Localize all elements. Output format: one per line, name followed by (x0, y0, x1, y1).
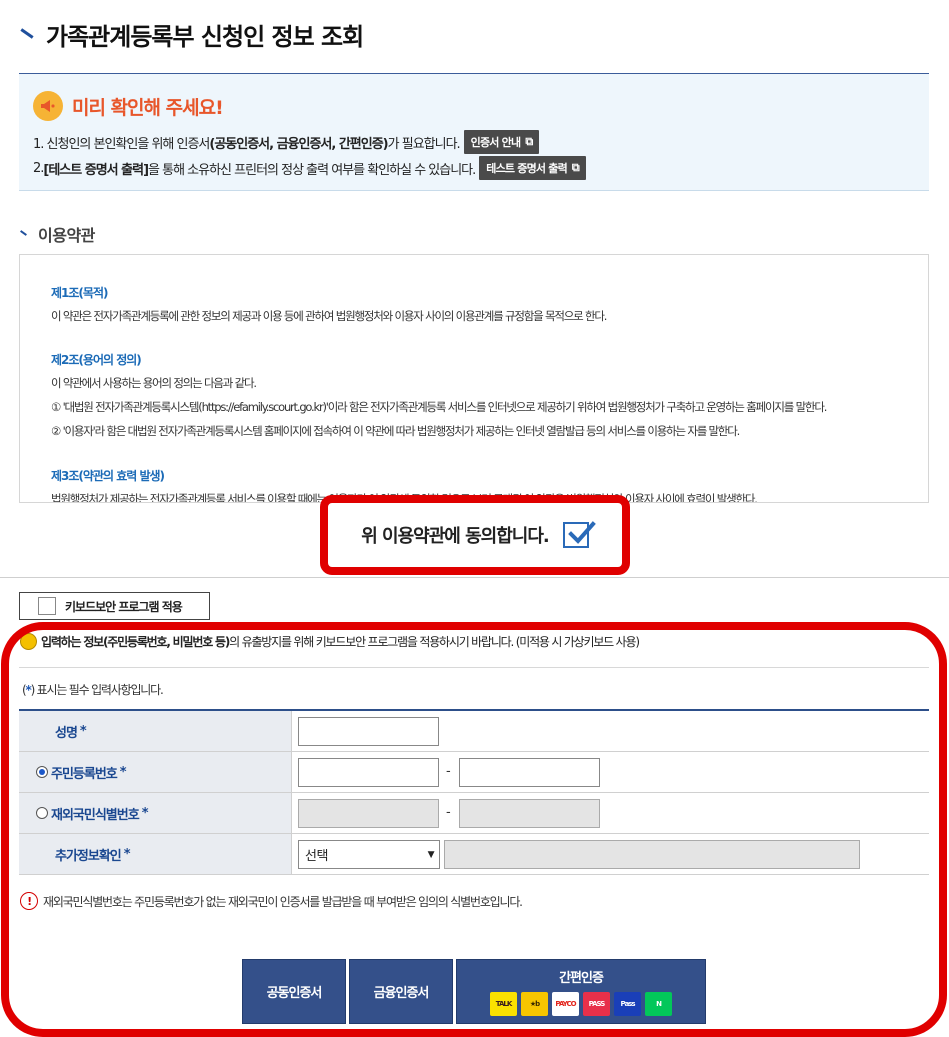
external-link-icon: ⧉ (571, 161, 580, 174)
dropdown-arrow-icon: ▼ (427, 850, 435, 860)
required-star: * (119, 764, 127, 780)
article-3-title: 제3조(약관의 효력 발생) (51, 469, 165, 483)
article-2-text-3: ② '이용자'라 함은 대법원 전자가족관계등록시스템 홈페이지에 접속하여 이… (51, 424, 740, 438)
pass-icon: PASS (583, 992, 610, 1016)
notice-heading-text: 미리 확인해 주세요! (72, 96, 224, 119)
required-star: * (141, 805, 149, 821)
extra-info-input (444, 840, 860, 869)
kb-icon: ★b (521, 992, 548, 1016)
section-divider (0, 577, 949, 578)
external-link-icon: ⧉ (525, 135, 533, 148)
test-print-button[interactable]: 테스트 증명서 출력 ⧉ (479, 156, 586, 180)
foreign-id-label-text: 재외국민식별번호 (51, 807, 140, 823)
notice-line-2-suffix: 을 통해 소유하신 프린터의 정상 출력 여부를 확인하실 수 있습니다. (148, 162, 476, 178)
extra-info-select-value: 선택 (305, 849, 328, 864)
exclamation-icon: ! (20, 892, 38, 910)
financial-cert-label: 금융인증서 (373, 986, 430, 1001)
extra-info-select[interactable]: 선택 ▼ (298, 840, 440, 869)
article-1-text: 이 약관은 전자가족관계등록에 관한 정보의 제공과 이용 등에 관하여 법원행… (51, 309, 607, 323)
foreign-id-note: ! 재외국민식별번호는 주민등록번호가 없는 재외국민이 인증서를 발급받을 때… (20, 892, 523, 910)
rrn-label-text: 주민등록번호 (51, 766, 118, 782)
name-input[interactable] (298, 717, 439, 746)
rrn-dash: - (446, 764, 451, 779)
notice-line-1-text: 1. 신청인의 본인확인을 위해 인증서 (33, 136, 210, 152)
foreign-id-front-input (298, 799, 439, 828)
keyboard-security-checkbox[interactable] (38, 597, 56, 615)
agree-terms-label[interactable]: 위 이용약관에 동의합니다. (361, 522, 550, 548)
article-2-title: 제2조(용어의 정의) (51, 353, 142, 367)
rrn-row: 주민등록번호 * - (19, 752, 929, 793)
foreign-id-label: 재외국민식별번호 * (19, 793, 292, 833)
name-label-text: 성명 (55, 725, 78, 741)
joint-cert-button[interactable]: 공동인증서 (242, 959, 346, 1024)
notice-line-2-text: 2. (33, 160, 44, 176)
notice-line-1: 1. 신청인의 본인확인을 위해 인증서 (공동인증서, 금융인증서, 간편인증)… (33, 130, 540, 154)
keyboard-note-bold: 입력하는 정보(주민등록번호, 비밀번호 등) (41, 635, 230, 649)
payco-icon: PAYCO (552, 992, 579, 1016)
required-star: * (123, 846, 131, 862)
keyboard-note-text: 의 유출방지를 위해 키보드보안 프로그램을 적용하시기 바랍니다. (미적용 … (229, 635, 640, 649)
naver-icon: N (645, 992, 672, 1016)
section-bullet-icon (20, 230, 28, 238)
warning-icon (20, 633, 37, 650)
cert-guide-button[interactable]: 인증서 안내 ⧉ (463, 130, 540, 154)
extra-info-row: 추가정보확인 * 선택 ▼ (19, 834, 929, 875)
foreign-id-dash: - (446, 805, 451, 820)
note-divider (19, 667, 929, 668)
extra-info-label: 추가정보확인 * (19, 834, 292, 874)
keyboard-security-toggle[interactable]: 키보드보안 프로그램 적용 (19, 592, 210, 620)
foreign-id-back-input (459, 799, 600, 828)
required-note-text: ) 표시는 필수 입력사항입니다. (30, 683, 164, 697)
article-2-text-1: 이 약관에서 사용하는 용어의 정의는 다음과 같다. (51, 376, 257, 390)
notice-line-2-bold: [테스트 증명서 출력] (43, 162, 149, 178)
name-row: 성명 * (19, 711, 929, 752)
terms-section-title-text: 이용약관 (38, 226, 95, 245)
notice-line-1-suffix: 가 필요합니다. (387, 136, 461, 152)
simple-auth-label: 간편인증 (559, 971, 604, 986)
rrn-label: 주민등록번호 * (19, 752, 292, 792)
page-title: 가족관계등록부 신청인 정보 조회 (46, 22, 364, 51)
kakao-talk-icon: TALK (490, 992, 517, 1016)
agree-terms-checkbox[interactable] (562, 521, 596, 548)
cert-guide-button-label: 인증서 안내 (470, 136, 521, 149)
applicant-form: 성명 * 주민등록번호 * - 재외국민식별번호 * - 추가정보확인 * 선택 ▼ (19, 709, 929, 875)
samsung-pass-icon: Pass (614, 992, 641, 1016)
simple-auth-button[interactable]: 간편인증 TALK ★b PAYCO PASS Pass N (456, 959, 706, 1024)
required-note: (*) 표시는 필수 입력사항입니다. (22, 681, 164, 698)
foreign-id-radio[interactable] (36, 807, 48, 819)
title-bullet-icon (20, 27, 34, 41)
test-print-button-label: 테스트 증명서 출력 (486, 162, 567, 175)
foreign-id-row: 재외국민식별번호 * - (19, 793, 929, 834)
rrn-front-input[interactable] (298, 758, 439, 787)
page-header: 가족관계등록부 신청인 정보 조회 (20, 14, 364, 54)
keyboard-security-label: 키보드보안 프로그램 적용 (65, 599, 183, 614)
terms-scroll-box[interactable]: 제1조(목적) 이 약관은 전자가족관계등록에 관한 정보의 제공과 이용 등에… (19, 254, 929, 503)
article-2-text-2: ① '대법원 전자가족관계등록시스템(https://efamily.scour… (51, 400, 827, 414)
article-1-title: 제1조(목적) (51, 286, 108, 300)
megaphone-icon (33, 91, 63, 121)
agree-terms-highlight: 위 이용약관에 동의합니다. (320, 495, 630, 575)
name-label: 성명 * (19, 711, 292, 751)
notice-box: 미리 확인해 주세요! 1. 신청인의 본인확인을 위해 인증서 (공동인증서, … (19, 74, 929, 191)
checkmark-icon (567, 521, 596, 544)
joint-cert-label: 공동인증서 (266, 986, 323, 1001)
notice-line-1-bold: (공동인증서, 금융인증서, 간편인증) (209, 136, 388, 152)
terms-section-title: 이용약관 (20, 222, 95, 246)
rrn-radio[interactable] (36, 766, 48, 778)
foreign-id-note-text: 재외국민식별번호는 주민등록번호가 없는 재외국민이 인증서를 발급받을 때 부… (43, 894, 523, 909)
required-star: * (79, 723, 87, 739)
keyboard-security-note: 입력하는 정보(주민등록번호, 비밀번호 등) 의 유출방지를 위해 키보드보안 … (20, 633, 640, 650)
extra-info-label-text: 추가정보확인 (55, 848, 122, 864)
notice-heading: 미리 확인해 주세요! (33, 91, 224, 121)
provider-logos: TALK ★b PAYCO PASS Pass N (488, 992, 674, 1016)
notice-line-2: 2. [테스트 증명서 출력] 을 통해 소유하신 프린터의 정상 출력 여부를 … (33, 156, 586, 180)
rrn-back-input[interactable] (459, 758, 600, 787)
financial-cert-button[interactable]: 금융인증서 (349, 959, 453, 1024)
